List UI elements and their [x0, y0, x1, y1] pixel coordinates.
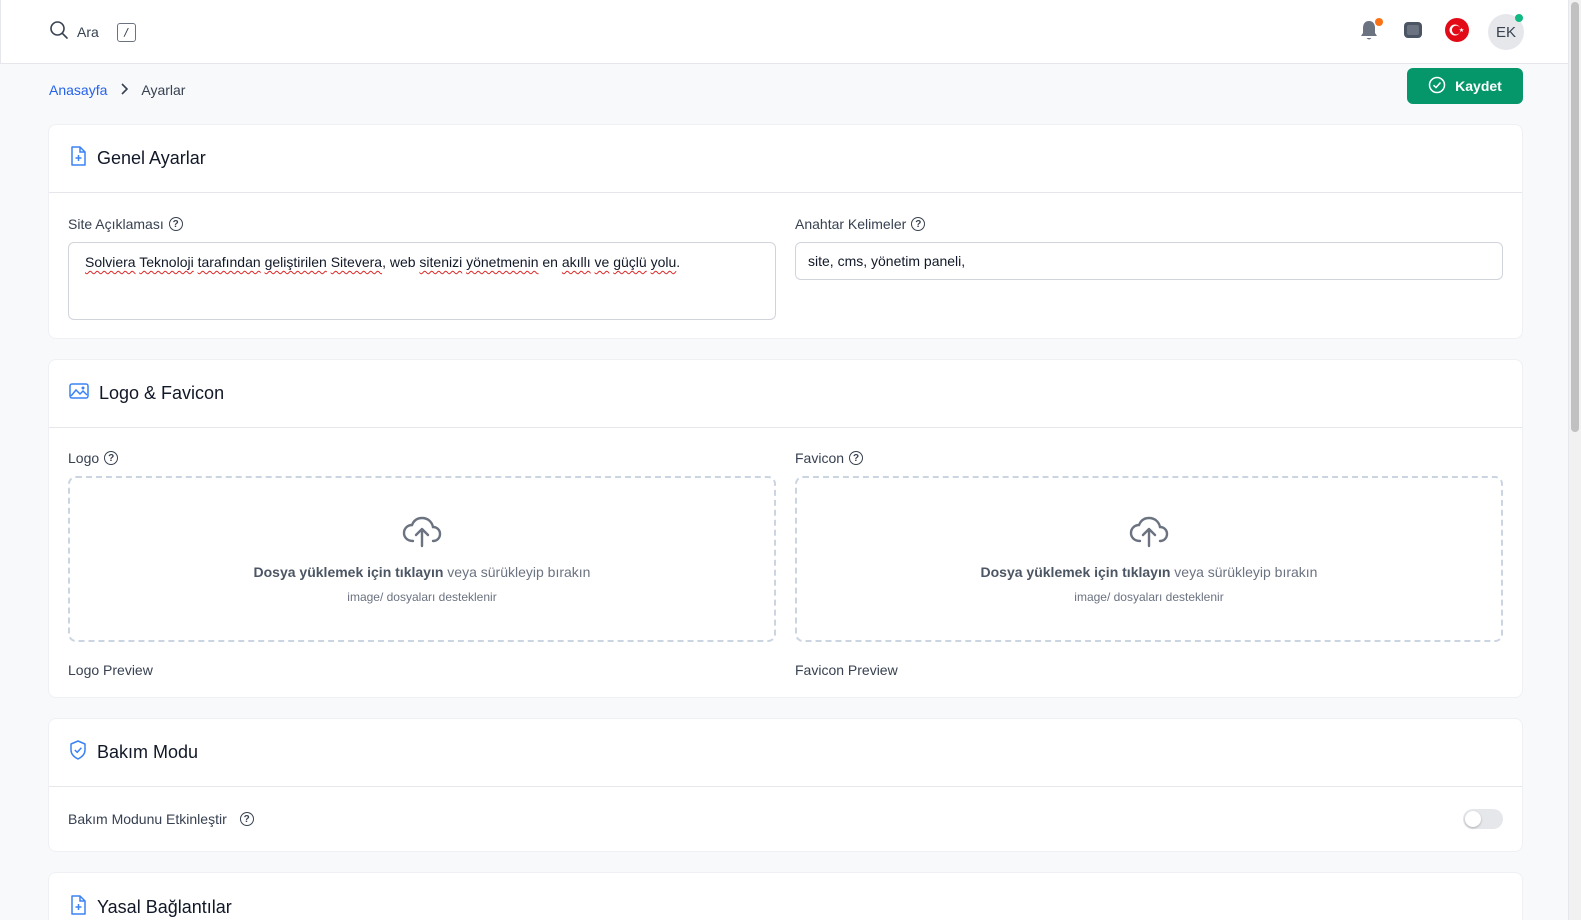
favicon-label: Favicon ? — [795, 450, 864, 466]
file-plus-icon — [69, 894, 87, 920]
site-description-textarea[interactable]: Solviera Teknoloji tarafından geliştiril… — [68, 242, 776, 320]
breadcrumb-home-link[interactable]: Anasayfa — [49, 82, 107, 98]
site-description-word: ve — [594, 254, 610, 270]
user-avatar[interactable]: EK — [1488, 14, 1524, 50]
keywords-label-text: Anahtar Kelimeler — [795, 216, 907, 232]
search-shortcut: / — [116, 22, 136, 42]
cloud-upload-icon — [1128, 515, 1170, 554]
general-settings-card: Genel Ayarlar Site Açıklaması ? Solviera… — [48, 124, 1523, 339]
online-status-dot — [1515, 14, 1523, 22]
favicon-dropzone[interactable]: Dosya yüklemek için tıklayın veya sürükl… — [795, 476, 1503, 642]
apps-button[interactable] — [1400, 19, 1426, 45]
search-label: Ara — [77, 24, 99, 40]
maintenance-toggle-label: Bakım Modunu Etkinleştir ? — [68, 811, 254, 827]
page-scrollbar[interactable] — [1568, 0, 1581, 920]
keywords-label: Anahtar Kelimeler ? — [795, 216, 926, 232]
logo-preview-label: Logo Preview — [68, 662, 153, 678]
site-description-word: geliştirilen — [264, 254, 327, 270]
image-icon — [69, 382, 89, 405]
maintenance-toggle[interactable] — [1463, 809, 1503, 829]
search-icon — [49, 20, 69, 45]
notification-dot — [1375, 18, 1383, 26]
save-button-label: Kaydet — [1455, 78, 1502, 94]
turkey-flag-icon — [1445, 17, 1469, 47]
upload-instruction-rest: veya sürükleyip bırakın — [1170, 563, 1318, 580]
logo-label-text: Logo — [68, 450, 100, 466]
help-icon[interactable]: ? — [911, 217, 926, 231]
keywords-input-value: site, cms, yönetim paneli, — [808, 253, 966, 269]
site-description-word: sitenizi — [419, 254, 463, 270]
toggle-knob — [1465, 811, 1481, 827]
site-description-word: Teknoloji — [139, 254, 194, 270]
site-description-word: Sitevera — [330, 254, 383, 270]
legal-links-title: Yasal Bağlantılar — [97, 896, 232, 917]
maintenance-card: Bakım Modu Bakım Modunu Etkinleştir ? — [48, 718, 1523, 852]
save-button[interactable]: Kaydet — [1407, 68, 1523, 104]
breadcrumb-current: Ayarlar — [141, 82, 186, 98]
help-icon[interactable]: ? — [104, 451, 119, 465]
language-button[interactable] — [1444, 17, 1470, 47]
legal-links-card: Yasal Bağlantılar — [48, 872, 1523, 920]
site-description-word: yönetmenin — [466, 254, 539, 270]
favicon-label-text: Favicon — [795, 450, 845, 466]
maintenance-title: Bakım Modu — [97, 742, 199, 762]
help-icon[interactable]: ? — [849, 451, 864, 465]
upload-instruction: Dosya yüklemek için tıklayın veya sürükl… — [981, 564, 1318, 580]
upload-instruction-rest: veya sürükleyip bırakın — [443, 563, 591, 580]
breadcrumb: Anasayfa Ayarlar — [49, 82, 185, 98]
site-description-label: Site Açıklaması ? — [68, 216, 183, 232]
search-trigger[interactable]: Ara / — [49, 20, 136, 44]
site-description-word: en — [538, 254, 562, 270]
logo-favicon-card: Logo & Favicon Logo ? Dosya yüklemek içi… — [48, 359, 1523, 698]
check-circle-icon — [1428, 76, 1446, 97]
top-bar: Ara / EK — [0, 0, 1568, 64]
upload-instruction: Dosya yüklemek için tıklayın veya sürükl… — [254, 564, 591, 580]
site-description-word: güçlü — [613, 254, 647, 270]
site-description-word: akıllı — [561, 254, 591, 270]
upload-hint: image/ dosyaları desteklenir — [1074, 589, 1224, 604]
site-description-word: tarafından — [197, 254, 261, 270]
upload-hint: image/ dosyaları desteklenir — [347, 589, 497, 604]
logo-favicon-title: Logo & Favicon — [99, 383, 225, 403]
site-description-word: . — [676, 254, 681, 270]
hexagon-icon — [1402, 19, 1424, 46]
site-description-word: yolu — [650, 254, 677, 270]
help-icon[interactable]: ? — [239, 812, 254, 826]
chevron-right-icon — [119, 82, 129, 98]
site-description-word: Solviera — [85, 254, 136, 270]
cloud-upload-icon — [401, 515, 443, 554]
site-description-label-text: Site Açıklaması — [68, 216, 164, 232]
general-settings-title: Genel Ayarlar — [97, 148, 206, 168]
shield-check-icon — [69, 740, 87, 765]
help-icon[interactable]: ? — [168, 217, 183, 231]
keywords-input[interactable]: site, cms, yönetim paneli, — [795, 242, 1503, 280]
site-description-word: , web — [382, 254, 420, 270]
upload-instruction-strong[interactable]: Dosya yüklemek için tıklayın — [254, 564, 444, 580]
logo-label: Logo ? — [68, 450, 119, 466]
user-initials: EK — [1495, 23, 1516, 41]
scrollbar-thumb[interactable] — [1571, 2, 1579, 432]
file-plus-icon — [69, 146, 87, 171]
favicon-preview-label: Favicon Preview — [795, 662, 898, 678]
upload-instruction-strong[interactable]: Dosya yüklemek için tıklayın — [981, 564, 1171, 580]
notifications-button[interactable] — [1356, 18, 1383, 45]
logo-dropzone[interactable]: Dosya yüklemek için tıklayın veya sürükl… — [68, 476, 776, 642]
maintenance-toggle-label-text: Bakım Modunu Etkinleştir — [68, 811, 227, 827]
